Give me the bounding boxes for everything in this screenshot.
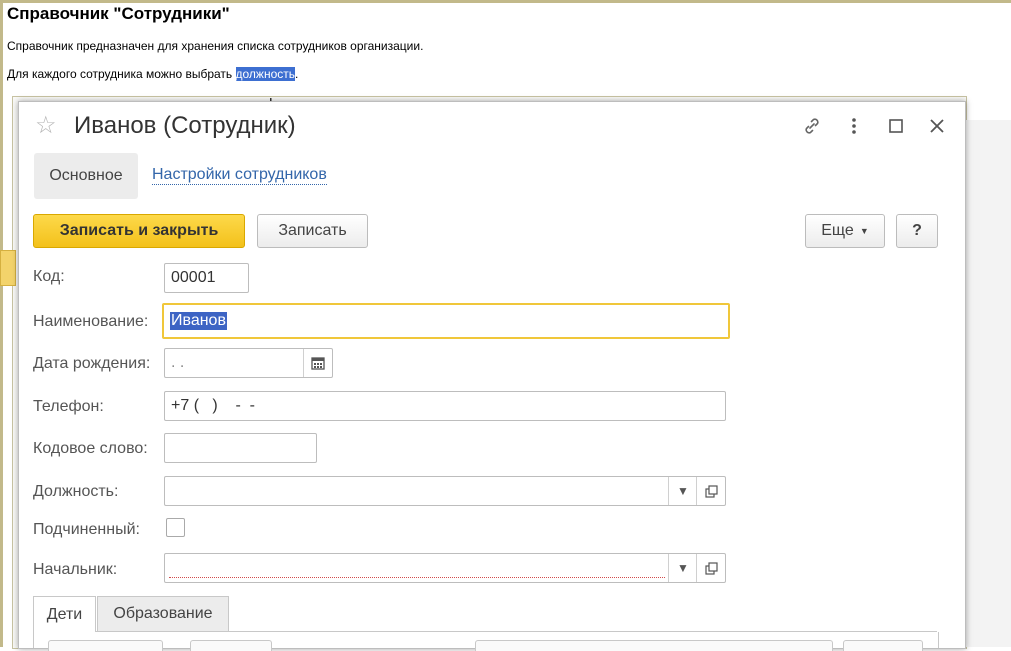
help-button[interactable]: ? (896, 214, 938, 248)
name-value: Иванов (170, 312, 227, 330)
pane-search-field[interactable] (475, 640, 833, 651)
chevron-down-icon: ▼ (859, 226, 869, 236)
save-button[interactable]: Записать (257, 214, 368, 248)
code-label: Код: (33, 268, 65, 285)
more-button-label: Еще (821, 222, 854, 239)
document-frame-top (0, 0, 1011, 3)
required-field-underline (169, 577, 665, 578)
pane-toolbar-button-group[interactable] (190, 640, 272, 651)
position-label: Должность: (33, 483, 119, 500)
manager-open-icon[interactable] (696, 554, 725, 582)
employee-form-window: ☆ Иванов (Сотрудник) Основное Настройки … (18, 101, 966, 651)
document-paragraph-1: Справочник предназначен для хранения спи… (7, 39, 424, 53)
close-icon[interactable] (923, 112, 951, 140)
maximize-icon[interactable] (882, 112, 910, 140)
subordinate-checkbox[interactable] (166, 518, 185, 537)
code-field[interactable]: 00001 (164, 263, 249, 293)
name-label: Наименование: (33, 313, 149, 330)
birth-date-field[interactable]: . . (164, 348, 333, 378)
position-field[interactable]: ▼ (164, 476, 726, 506)
subordinate-label: Подчиненный: (33, 521, 140, 538)
pane-more-button[interactable] (843, 640, 923, 651)
star-icon[interactable]: ☆ (35, 113, 57, 139)
more-icon[interactable] (840, 112, 868, 140)
phone-field[interactable]: +7 ( ) - - (164, 391, 726, 421)
code-word-field[interactable] (164, 433, 317, 463)
paragraph-2-suffix: . (295, 67, 299, 81)
tab-children[interactable]: Дети (33, 596, 96, 632)
window-title: Иванов (Сотрудник) (74, 112, 296, 139)
paragraph-2-text: Для каждого сотрудника можно выбрать (7, 67, 236, 81)
manager-dropdown-icon[interactable]: ▼ (668, 554, 697, 582)
background-panel-right (965, 120, 1011, 647)
name-field[interactable]: Иванов (162, 303, 730, 339)
more-button[interactable]: Еще ▼ (805, 214, 885, 248)
background-yellow-tab (0, 250, 16, 286)
position-open-icon[interactable] (696, 477, 725, 505)
manager-label: Начальник: (33, 561, 118, 578)
calendar-icon[interactable] (303, 349, 332, 377)
birth-date-label: Дата рождения: (33, 355, 151, 372)
document-frame-left (0, 0, 3, 647)
phone-label: Телефон: (33, 398, 104, 415)
tab-employee-settings[interactable]: Настройки сотрудников (152, 166, 327, 185)
birth-date-value: . . (171, 354, 185, 371)
position-link[interactable]: должность (235, 67, 295, 81)
position-dropdown-icon[interactable]: ▼ (668, 477, 697, 505)
tab-main[interactable]: Основное (34, 153, 138, 199)
pane-toolbar-button[interactable] (48, 640, 163, 651)
link-icon[interactable] (798, 112, 826, 140)
code-word-label: Кодовое слово: (33, 440, 148, 457)
save-and-close-button[interactable]: Записать и закрыть (33, 214, 245, 248)
document-title: Справочник "Сотрудники" (7, 4, 230, 23)
document-paragraph-2: Для каждого сотрудника можно выбрать дол… (7, 67, 298, 81)
manager-field[interactable]: ▼ (164, 553, 726, 583)
tab-education[interactable]: Образование (97, 596, 229, 632)
